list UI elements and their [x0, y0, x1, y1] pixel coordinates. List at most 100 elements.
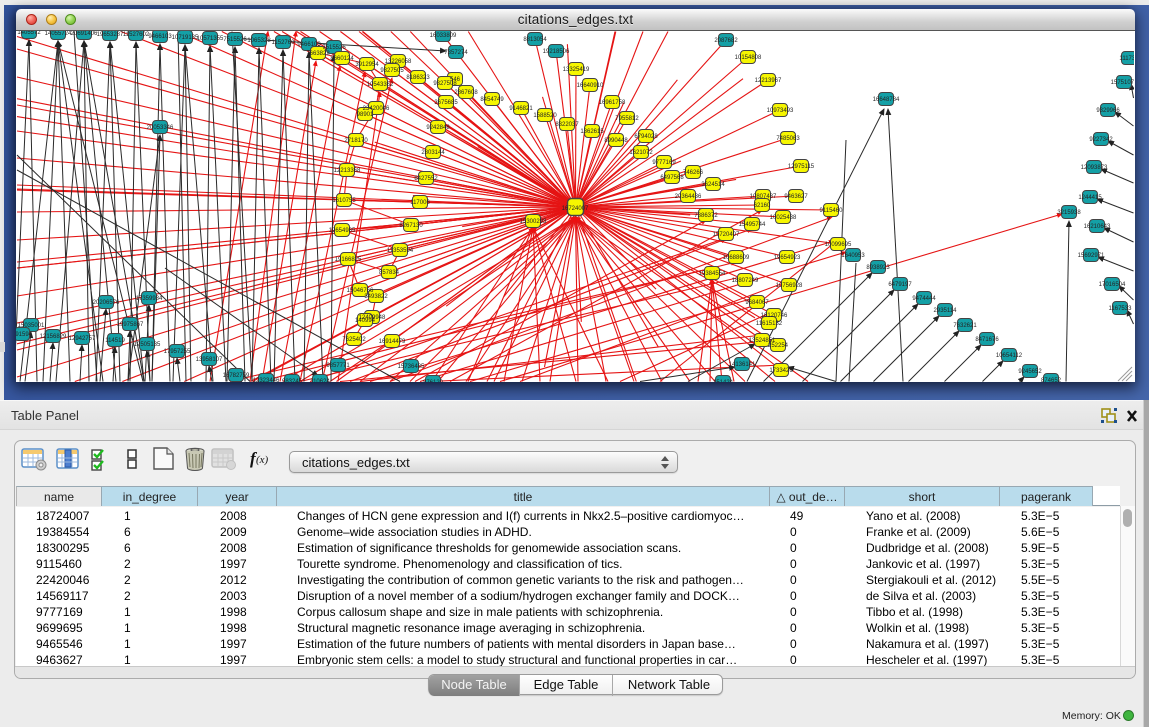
svg-text:9245652: 9245652: [1018, 369, 1042, 375]
svg-text:7515526: 7515526: [223, 37, 247, 43]
svg-text:746266: 746266: [683, 170, 704, 176]
svg-text:20206576: 20206576: [93, 300, 120, 306]
svg-text:18807249: 18807249: [732, 278, 759, 284]
svg-text:10973493: 10973493: [767, 108, 794, 114]
svg-text:15300293: 15300293: [520, 219, 547, 225]
svg-text:19653287: 19653287: [97, 32, 124, 38]
svg-text:9227342: 9227342: [1089, 137, 1113, 143]
svg-text:19654923: 19654923: [774, 255, 801, 261]
svg-text:16640910: 16640910: [577, 83, 604, 89]
svg-text:9777169: 9777169: [652, 160, 676, 166]
svg-text:17359934: 17359934: [136, 296, 163, 302]
svg-text:8938923: 8938923: [866, 265, 890, 271]
svg-text:15751074: 15751074: [1111, 80, 1134, 86]
svg-text:7386372: 7386372: [694, 213, 718, 219]
svg-text:17957255: 17957255: [164, 349, 191, 355]
svg-text:8471676: 8471676: [975, 337, 999, 343]
svg-text:8186323: 8186323: [406, 75, 430, 81]
svg-text:2718170: 2718170: [344, 138, 368, 144]
svg-text:6497568: 6497568: [660, 175, 684, 181]
svg-text:7357274: 7357274: [444, 50, 468, 56]
svg-text:1610755: 1610755: [332, 198, 356, 204]
svg-text:876120: 876120: [423, 380, 444, 382]
svg-text:12975115: 12975115: [788, 164, 815, 170]
svg-text:1405572: 1405572: [17, 31, 41, 36]
svg-text:(x): (x): [256, 454, 269, 466]
svg-text:10571355: 10571355: [197, 36, 224, 42]
svg-text:12213368: 12213368: [334, 168, 361, 174]
svg-text:19384554: 19384554: [699, 271, 726, 277]
svg-text:8990448: 8990448: [604, 138, 628, 144]
svg-text:15736485: 15736485: [398, 364, 425, 370]
svg-text:7955812: 7955812: [615, 116, 639, 122]
svg-text:7485063: 7485063: [776, 136, 800, 142]
svg-text:15035001: 15035001: [18, 323, 45, 329]
svg-text:140994: 140994: [355, 318, 376, 324]
svg-text:15495744: 15495744: [739, 222, 766, 228]
svg-text:8427552: 8427552: [414, 176, 438, 182]
svg-text:1167533: 1167533: [1109, 306, 1133, 312]
svg-text:10807487: 10807487: [750, 194, 777, 200]
svg-text:8454749: 8454749: [480, 97, 504, 103]
svg-text:17016504: 17016504: [1099, 282, 1126, 288]
svg-text:7625402: 7625402: [342, 337, 366, 343]
svg-text:9327508: 9327508: [433, 81, 457, 87]
svg-text:16782759: 16782759: [223, 373, 250, 379]
svg-text:8322037: 8322037: [555, 122, 579, 128]
svg-text:12213967: 12213967: [755, 78, 782, 84]
svg-text:10756928: 10756928: [776, 283, 803, 289]
svg-text:10543362: 10543362: [367, 82, 394, 88]
svg-text:11527602: 11527602: [123, 32, 150, 38]
svg-text:9115460: 9115460: [820, 208, 844, 214]
svg-text:110624: 110624: [310, 379, 330, 382]
svg-text:3624514: 3624514: [701, 182, 725, 188]
svg-text:9463627: 9463627: [784, 194, 808, 200]
svg-text:874652: 874652: [1041, 378, 1062, 382]
svg-text:111736: 111736: [1119, 56, 1134, 62]
svg-text:12505135: 12505135: [134, 342, 161, 348]
svg-text:16914479: 16914479: [379, 339, 406, 345]
svg-text:15720407: 15720407: [713, 232, 740, 238]
svg-text:114519: 114519: [105, 338, 125, 344]
svg-text:16961758: 16961758: [599, 100, 626, 106]
svg-text:9327505: 9327505: [380, 68, 404, 74]
svg-text:1640953: 1640953: [841, 253, 865, 259]
svg-text:3675685: 3675685: [434, 100, 458, 106]
svg-text:14136141: 14136141: [729, 362, 756, 368]
svg-text:1588520: 1588520: [533, 113, 557, 119]
svg-text:8660124: 8660124: [330, 56, 354, 62]
svg-text:98901: 98901: [357, 112, 374, 118]
svg-text:10719135: 10719135: [172, 35, 199, 41]
svg-text:8813054: 8813054: [523, 37, 547, 43]
svg-text:6479197: 6479197: [888, 282, 912, 288]
svg-text:10688609: 10688609: [723, 255, 750, 261]
svg-text:19975867: 19975867: [117, 322, 144, 328]
svg-text:1362615: 1362615: [580, 129, 604, 135]
svg-text:11615132: 11615132: [756, 321, 783, 327]
svg-text:19654985: 19654985: [329, 228, 356, 234]
svg-text:13958107: 13958107: [196, 357, 223, 363]
svg-text:3912954: 3912954: [355, 62, 379, 68]
svg-text:10154808: 10154808: [735, 55, 762, 61]
svg-text:14055724: 14055724: [45, 31, 72, 37]
svg-text:6794028: 6794028: [634, 134, 658, 140]
svg-text:1152760: 1152760: [272, 40, 296, 46]
svg-text:16648784: 16648784: [873, 97, 900, 103]
svg-text:9466103: 9466103: [297, 42, 321, 48]
svg-text:9474444: 9474444: [912, 296, 936, 302]
svg-text:9857771: 9857771: [326, 363, 350, 369]
svg-text:2867608: 2867608: [454, 90, 478, 96]
svg-text:3215938: 3215938: [1057, 210, 1081, 216]
svg-text:983245: 983245: [282, 379, 303, 382]
svg-text:1621072: 1621072: [629, 150, 653, 156]
svg-text:1733426: 1733426: [769, 368, 793, 374]
svg-text:8267130: 8267130: [399, 223, 423, 229]
svg-text:10099695: 10099695: [825, 242, 852, 248]
svg-text:2087682: 2087682: [714, 38, 738, 44]
svg-text:10654112: 10654112: [996, 353, 1023, 359]
svg-text:62160: 62160: [754, 203, 771, 209]
svg-text:16033809: 16033809: [430, 33, 457, 39]
svg-text:9242848: 9242848: [426, 125, 450, 131]
svg-text:20691406: 20691406: [71, 31, 98, 37]
svg-text:9466103: 9466103: [148, 34, 172, 40]
